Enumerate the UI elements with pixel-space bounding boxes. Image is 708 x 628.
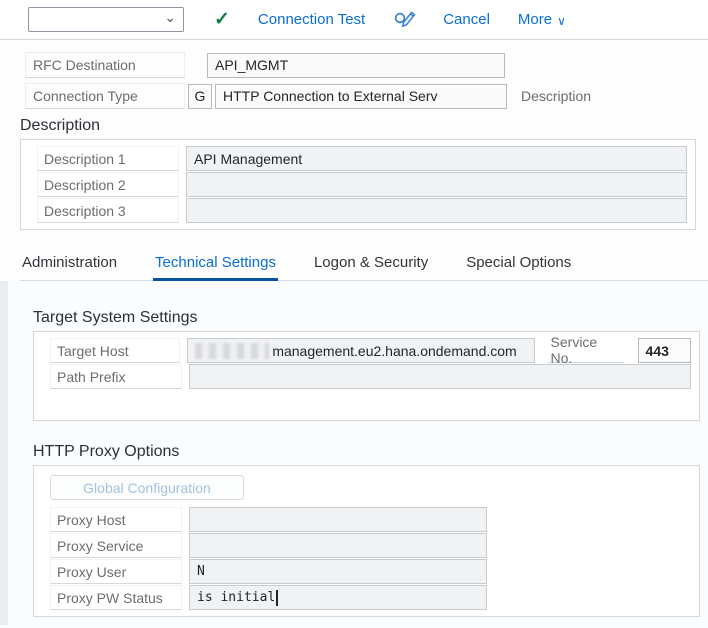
proxy-pw-status-value: is initial	[197, 590, 275, 605]
description-groupbox: Description 1 API Management Description…	[20, 139, 696, 230]
description-1-row: Description 1 API Management	[37, 146, 687, 171]
proxy-user-label: Proxy User	[50, 559, 182, 584]
connection-type-label: Connection Type	[25, 83, 185, 109]
command-combobox[interactable]: ⌄	[28, 7, 184, 32]
description-1-field[interactable]: API Management	[186, 146, 687, 171]
proxy-service-field[interactable]	[189, 533, 487, 558]
more-menu-button[interactable]: More ∨	[518, 11, 566, 28]
connection-type-code-field[interactable]: G	[188, 84, 212, 109]
path-prefix-label: Path Prefix	[50, 364, 182, 389]
tab-special-options[interactable]: Special Options	[464, 254, 573, 280]
description-2-row: Description 2	[37, 172, 687, 197]
technical-settings-panel: Target System Settings Target Host manag…	[0, 281, 708, 628]
target-host-label: Target Host	[50, 338, 180, 363]
target-host-row: Target Host management.eu2.hana.ondemand…	[50, 338, 691, 363]
proxy-service-row: Proxy Service	[50, 533, 691, 558]
chevron-down-icon: ∨	[557, 14, 566, 28]
proxy-pw-status-label: Proxy PW Status	[50, 585, 182, 610]
sm59-connection-screen: ⌄ ✓ Connection Test Cancel More ∨ RFC De…	[0, 0, 708, 628]
description-3-row: Description 3	[37, 198, 687, 223]
http-proxy-options-groupbox: Global Configuration Proxy Host Proxy Se…	[33, 465, 700, 617]
tab-administration[interactable]: Administration	[20, 254, 119, 280]
tab-logon-security[interactable]: Logon & Security	[312, 254, 430, 280]
service-no-field[interactable]: 443	[638, 338, 691, 363]
target-host-value: management.eu2.hana.ondemand.com	[272, 343, 516, 359]
proxy-user-field[interactable]: N	[189, 559, 487, 584]
service-no-label: Service No.	[547, 338, 624, 363]
description-1-label: Description 1	[37, 146, 179, 171]
rfc-destination-row: RFC Destination API_MGMT	[25, 52, 708, 78]
path-prefix-field[interactable]	[189, 364, 691, 389]
rfc-destination-label: RFC Destination	[25, 52, 185, 78]
description-3-field[interactable]	[186, 198, 687, 223]
proxy-host-row: Proxy Host	[50, 507, 691, 532]
chevron-down-icon: ⌄	[164, 9, 176, 26]
confirm-check-icon[interactable]: ✓	[214, 8, 230, 31]
rfc-destination-field[interactable]: API_MGMT	[207, 53, 505, 78]
cancel-button[interactable]: Cancel	[443, 11, 490, 28]
path-prefix-row: Path Prefix	[50, 364, 691, 389]
connection-test-button[interactable]: Connection Test	[258, 11, 365, 28]
description-section-title: Description	[20, 117, 708, 135]
text-cursor	[276, 590, 278, 606]
target-host-field[interactable]: management.eu2.hana.ondemand.com	[187, 338, 534, 363]
proxy-pw-status-row: Proxy PW Status is initial	[50, 585, 691, 610]
proxy-pw-status-field[interactable]: is initial	[189, 585, 487, 610]
more-menu-label: More	[518, 11, 552, 28]
redacted-host-prefix	[195, 343, 269, 359]
proxy-host-label: Proxy Host	[50, 507, 182, 532]
display-change-icon[interactable]	[393, 9, 417, 31]
description-3-label: Description 3	[37, 198, 179, 223]
global-configuration-button[interactable]: Global Configuration	[50, 475, 244, 500]
proxy-user-row: Proxy User N	[50, 559, 691, 584]
connection-type-text-field[interactable]: HTTP Connection to External Serv	[215, 84, 507, 109]
connection-type-row: Connection Type G HTTP Connection to Ext…	[25, 83, 708, 109]
description-2-label: Description 2	[37, 172, 179, 197]
connection-type-description-hint: Description	[521, 88, 591, 104]
left-gutter	[0, 281, 8, 625]
target-system-settings-groupbox: Target Host management.eu2.hana.ondemand…	[33, 331, 700, 421]
description-2-field[interactable]	[186, 172, 687, 197]
target-system-settings-title: Target System Settings	[33, 309, 708, 327]
proxy-service-label: Proxy Service	[50, 533, 182, 558]
toolbar: ⌄ ✓ Connection Test Cancel More ∨	[0, 0, 708, 40]
tab-technical-settings[interactable]: Technical Settings	[153, 254, 278, 280]
http-proxy-options-title: HTTP Proxy Options	[33, 443, 708, 461]
proxy-host-field[interactable]	[189, 507, 487, 532]
tab-strip: Administration Technical Settings Logon …	[20, 254, 708, 281]
destination-header: RFC Destination API_MGMT Connection Type…	[0, 40, 708, 281]
